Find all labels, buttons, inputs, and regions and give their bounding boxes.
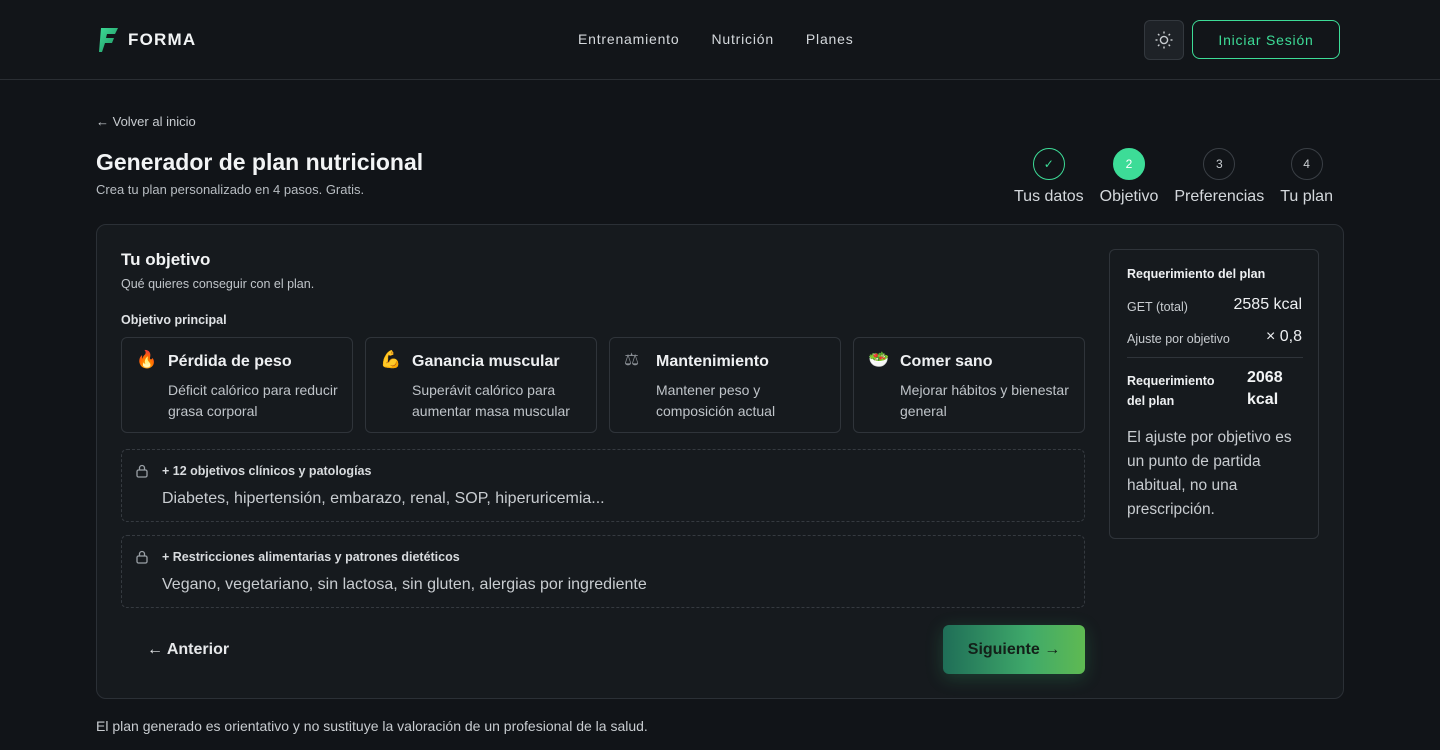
step-label: Tus datos [1014, 188, 1084, 205]
step-preferencias[interactable]: 3 Preferencias [1174, 148, 1264, 206]
objective-card: Tu objetivo Qué quieres conseguir con el… [96, 224, 1344, 699]
option-perdida-de-peso[interactable]: 🔥 Pérdida de peso Déficit calórico para … [121, 337, 353, 433]
get-label: GET (total) [1127, 300, 1188, 314]
main-nav: Entrenamiento Nutrición Planes [578, 31, 854, 47]
field-label-objetivo: Objetivo principal [121, 313, 227, 327]
previous-button[interactable]: ← Anterior [147, 641, 229, 659]
locked-clinical-objectives[interactable]: + 12 objetivos clínicos y patologías Dia… [121, 449, 1085, 522]
option-title: Ganancia muscular [412, 353, 560, 370]
requirement-label: Requerimiento del plan [1127, 374, 1215, 408]
forma-logo-icon [99, 28, 118, 52]
page-title: Generador de plan nutricional [96, 149, 424, 175]
lock-icon [136, 550, 148, 564]
brand-name: FORMA [128, 30, 197, 49]
theme-toggle-button[interactable] [1144, 20, 1184, 60]
step-label: Tu plan [1280, 188, 1333, 205]
scale-icon: ⚖ [624, 350, 640, 369]
step-label: Objetivo [1099, 188, 1159, 205]
step-label: Preferencias [1174, 188, 1265, 205]
locked-description: Diabetes, hipertensión, embarazo, renal,… [162, 490, 605, 507]
fire-icon: 🔥 [136, 350, 158, 369]
next-button[interactable]: Siguiente → [943, 625, 1085, 674]
back-to-home-link[interactable]: ← Volver al inicio [96, 114, 196, 129]
locked-title: + 12 objetivos clínicos y patologías [162, 464, 372, 478]
salad-icon: 🥗 [868, 350, 890, 369]
option-description: Superávit calórico para aumentar masa mu… [412, 382, 570, 419]
top-navbar: FORMA Entrenamiento Nutrición Planes Ini… [0, 0, 1440, 80]
option-title: Pérdida de peso [168, 353, 292, 370]
locked-dietary-restrictions[interactable]: + Restricciones alimentarias y patrones … [121, 535, 1085, 608]
muscle-icon: 💪 [380, 350, 402, 369]
option-comer-sano[interactable]: 🥗 Comer sano Mejorar hábitos y bienestar… [853, 337, 1085, 433]
step-check-icon: ✓ [1032, 148, 1065, 180]
locked-description: Vegano, vegetariano, sin lactosa, sin gl… [162, 576, 647, 593]
option-title: Comer sano [900, 353, 993, 370]
requirement-value: 2068 kcal [1247, 369, 1283, 408]
option-ganancia-muscular[interactable]: 💪 Ganancia muscular Superávit calórico p… [365, 337, 597, 433]
summary-title: Requerimiento del plan [1127, 267, 1266, 281]
adjust-label: Ajuste por objetivo [1127, 332, 1230, 346]
requirement-summary: Requerimiento del plan GET (total) 2585 … [1109, 249, 1319, 539]
option-description: Mantener peso y composición actual [656, 382, 776, 419]
option-description: Mejorar hábitos y bienestar general [900, 382, 1069, 419]
step-tus-datos[interactable]: ✓ Tus datos [1014, 148, 1084, 206]
brand-logo[interactable]: FORMA [98, 26, 196, 54]
step-number: 2 [1113, 148, 1146, 180]
option-description: Déficit calórico para reducir grasa corp… [168, 382, 338, 419]
step-objetivo[interactable]: 2 Objetivo [1099, 148, 1159, 206]
option-title: Mantenimiento [656, 353, 769, 370]
summary-note: El ajuste por objetivo es un punto de pa… [1127, 429, 1292, 518]
option-mantenimiento[interactable]: ⚖ Mantenimiento Mantener peso y composic… [609, 337, 841, 433]
login-button[interactable]: Iniciar Sesión [1192, 20, 1340, 59]
locked-title: + Restricciones alimentarias y patrones … [162, 550, 460, 564]
get-value: 2585 kcal [1233, 296, 1303, 313]
step-tu-plan[interactable]: 4 Tu plan [1280, 148, 1333, 206]
step-number: 3 [1203, 148, 1236, 180]
nav-link-nutricion[interactable]: Nutrición [711, 31, 773, 47]
disclaimer-text: El plan generado es orientativo y no sus… [96, 718, 648, 734]
nav-link-entrenamiento[interactable]: Entrenamiento [578, 31, 679, 47]
step-number: 4 [1290, 148, 1323, 180]
progress-stepper: ✓ Tus datos 2 Objetivo 3 Preferencias 4 … [1014, 148, 1333, 206]
summary-divider [1127, 357, 1303, 358]
section-title: Tu objetivo [121, 250, 211, 269]
section-subtitle: Qué quieres conseguir con el plan. [121, 277, 315, 291]
page-subtitle: Crea tu plan personalizado en 4 pasos. G… [96, 182, 365, 197]
adjust-value: × 0,8 [1265, 328, 1302, 345]
sun-icon [1155, 31, 1173, 49]
objective-options: 🔥 Pérdida de peso Déficit calórico para … [121, 337, 1085, 433]
lock-icon [136, 464, 148, 478]
nav-link-planes[interactable]: Planes [806, 31, 854, 47]
